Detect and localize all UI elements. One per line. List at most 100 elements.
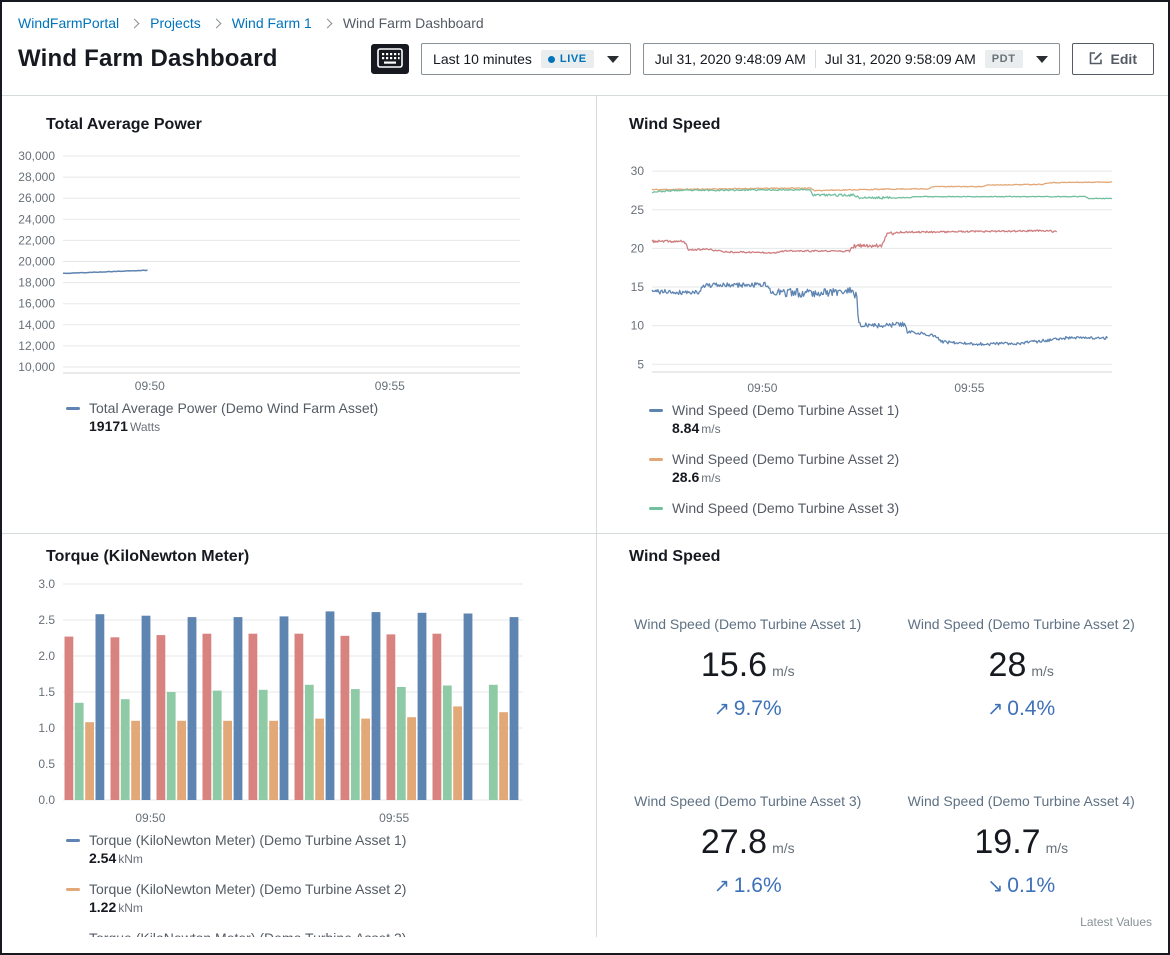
kpi-cell: Wind Speed (Demo Turbine Asset 2)28m/s↗0… [885, 616, 1159, 721]
svg-text:20,000: 20,000 [18, 255, 55, 269]
trend-down-icon: ↘ [987, 876, 1003, 897]
legend-latest-value: 28.6 [672, 469, 699, 485]
svg-text:2.0: 2.0 [38, 649, 55, 663]
svg-text:09:50: 09:50 [135, 379, 165, 393]
dashboard-grid: Total Average Power 30,00028,00026,00024… [2, 96, 1168, 937]
chevron-right-icon [130, 18, 140, 28]
kpi-unit: m/s [1046, 840, 1069, 856]
kpi-cell: Wind Speed (Demo Turbine Asset 1) 15.6m/s… [611, 616, 885, 721]
breadcrumb-link-portal[interactable]: WindFarmPortal [18, 15, 119, 31]
end-datetime: Jul 31, 2020 9:58:09 AM [825, 51, 976, 67]
chevron-right-icon [211, 18, 221, 28]
svg-text:28,000: 28,000 [18, 170, 55, 184]
chart-legend: Total Average Power (Demo Wind Farm Asse… [66, 400, 596, 436]
legend-unit: kNm [118, 852, 143, 866]
live-badge: LIVE [541, 50, 594, 68]
breadcrumb-current: Wind Farm Dashboard [343, 15, 484, 31]
edit-pencil-icon [1089, 51, 1103, 68]
legend-latest-value: 2.54 [89, 850, 116, 866]
series-color-marker-icon [649, 507, 663, 510]
breadcrumb-link-wind-farm-1[interactable]: Wind Farm 1 [232, 15, 312, 31]
kpi-unit: m/s [772, 840, 795, 856]
legend-item: Wind Speed (Demo Turbine Asset 3) [649, 500, 1168, 516]
panel-wind-speed-kpi: Wind Speed Wind Speed (Demo Turbine Asse… [596, 533, 1168, 937]
timezone-badge: PDT [985, 50, 1023, 68]
panel-wind-speed-chart: Wind Speed 3025201510509:5009:55 Wind Sp… [596, 96, 1168, 533]
series-color-marker-icon [66, 888, 80, 891]
date-range-picker[interactable]: Jul 31, 2020 9:48:09 AM Jul 31, 2020 9:5… [643, 43, 1060, 75]
trend-up-icon: ↗ [987, 699, 1003, 720]
series-color-marker-icon [66, 839, 80, 842]
svg-text:1.0: 1.0 [38, 721, 55, 735]
kpi-grid: Wind Speed (Demo Turbine Asset 1) 15.6m/s… [601, 616, 1168, 898]
kpi-trend: ↗9.7% [611, 697, 885, 721]
svg-text:24,000: 24,000 [18, 212, 55, 226]
app-window: WindFarmPortal Projects Wind Farm 1 Wind… [0, 0, 1170, 955]
panel-title: Wind Speed [629, 116, 1168, 134]
dashboard-header: Wind Farm Dashboard Last 10 minutes LIVE [2, 35, 1168, 96]
kpi-trend: ↗1.6% [611, 874, 885, 898]
legend-series-name: Wind Speed (Demo Turbine Asset 1) [672, 402, 899, 418]
series-color-marker-icon [66, 937, 80, 938]
kpi-unit: m/s [772, 663, 795, 679]
legend-unit: kNm [118, 901, 143, 915]
legend-unit: m/s [701, 422, 720, 436]
legend-unit: Watts [130, 420, 160, 434]
svg-text:3.0: 3.0 [38, 577, 55, 591]
series-color-marker-icon [649, 458, 663, 461]
legend-series-name: Total Average Power (Demo Wind Farm Asse… [89, 400, 378, 416]
series-color-marker-icon [66, 407, 80, 410]
panel-title: Wind Speed [629, 548, 1168, 566]
chart-legend: Wind Speed (Demo Turbine Asset 1)8.84m/s… [649, 402, 1168, 516]
legend-unit: m/s [701, 471, 720, 485]
legend-series-name: Torque (KiloNewton Meter) (Demo Turbine … [89, 930, 406, 937]
edit-button[interactable]: Edit [1072, 43, 1154, 75]
trend-up-icon: ↗ [714, 699, 730, 720]
svg-text:1.5: 1.5 [38, 685, 55, 699]
total-average-power-line-chart: 30,00028,00026,00024,00022,00020,00018,0… [8, 140, 548, 396]
svg-text:09:50: 09:50 [747, 381, 777, 395]
kpi-property-name: Wind Speed (Demo Turbine Asset 1) [611, 616, 885, 632]
legend-series-name: Wind Speed (Demo Turbine Asset 3) [672, 500, 899, 516]
svg-text:12,000: 12,000 [18, 339, 55, 353]
chevron-right-icon [322, 18, 332, 28]
legend-series-name: Wind Speed (Demo Turbine Asset 2) [672, 451, 899, 467]
kpi-trend: ↗0.4% [885, 697, 1159, 721]
keyboard-icon [376, 48, 404, 71]
keyboard-shortcuts-button[interactable] [371, 44, 409, 74]
kpi-value: 28m/s [885, 646, 1159, 685]
svg-text:30: 30 [631, 164, 645, 178]
trend-up-icon: ↗ [714, 876, 730, 897]
divider [815, 50, 816, 68]
torque-bar-chart: 3.02.52.01.51.00.50.009:5009:55 [8, 572, 548, 828]
breadcrumb-link-projects[interactable]: Projects [150, 15, 201, 31]
legend-latest-value: 8.84 [672, 420, 699, 436]
kpi-value: 15.6m/s [611, 646, 885, 685]
legend-item: Torque (KiloNewton Meter) (Demo Turbine … [66, 832, 596, 868]
svg-text:0.5: 0.5 [38, 757, 55, 771]
kpi-property-name: Wind Speed (Demo Turbine Asset 3) [611, 793, 885, 809]
svg-text:09:55: 09:55 [375, 379, 405, 393]
time-range-dropdown[interactable]: Last 10 minutes LIVE [421, 43, 631, 75]
legend-latest-value: 1.22 [89, 899, 116, 915]
legend-latest-value: 19171 [89, 418, 128, 434]
svg-text:15: 15 [631, 280, 645, 294]
breadcrumb: WindFarmPortal Projects Wind Farm 1 Wind… [2, 2, 1168, 35]
svg-text:09:50: 09:50 [135, 811, 165, 825]
latest-values-label: Latest Values [1080, 915, 1152, 929]
svg-text:18,000: 18,000 [18, 276, 55, 290]
page-title: Wind Farm Dashboard [18, 45, 278, 73]
chart-legend: Torque (KiloNewton Meter) (Demo Turbine … [66, 832, 596, 937]
legend-series-name: Torque (KiloNewton Meter) (Demo Turbine … [89, 832, 406, 848]
legend-series-name: Torque (KiloNewton Meter) (Demo Turbine … [89, 881, 406, 897]
series-color-marker-icon [649, 409, 663, 412]
panel-title: Total Average Power [46, 116, 596, 134]
kpi-unit: m/s [1031, 663, 1054, 679]
svg-text:14,000: 14,000 [18, 318, 55, 332]
panel-torque: Torque (KiloNewton Meter) 3.02.52.01.51.… [2, 533, 596, 937]
kpi-property-name: Wind Speed (Demo Turbine Asset 4) [885, 793, 1159, 809]
live-dot-icon [548, 56, 555, 63]
svg-text:25: 25 [631, 203, 645, 217]
svg-text:10: 10 [631, 319, 645, 333]
kpi-trend: ↘0.1% [885, 874, 1159, 898]
